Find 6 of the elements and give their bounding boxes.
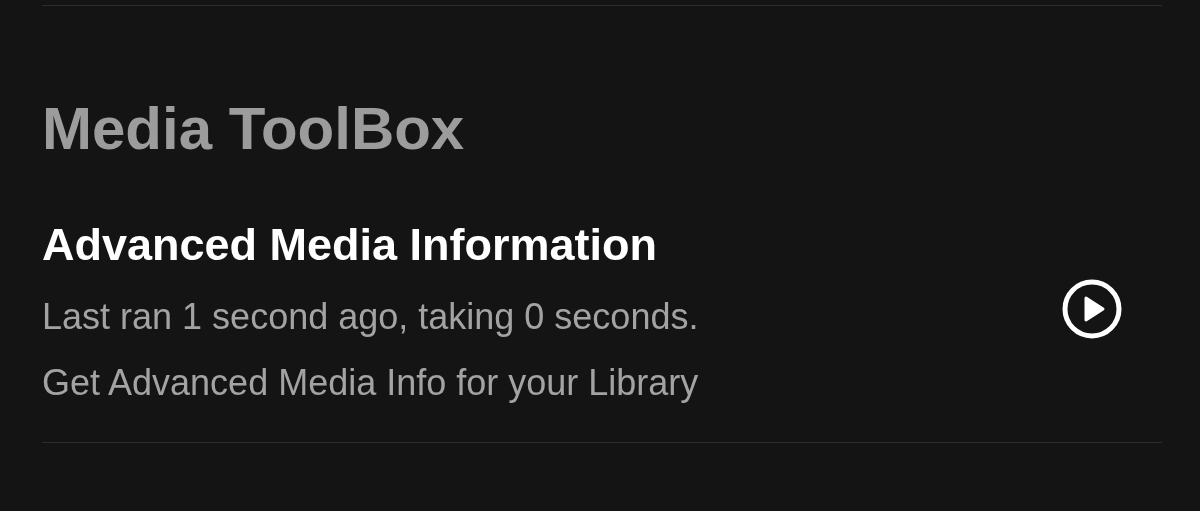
play-button[interactable] <box>1062 279 1122 339</box>
task-status: Last ran 1 second ago, taking 0 seconds. <box>42 295 699 339</box>
section-title: Media ToolBox <box>42 94 466 164</box>
task-title: Advanced Media Information <box>42 218 658 272</box>
task-description: Get Advanced Media Info for your Library <box>42 361 699 405</box>
play-icon <box>1062 279 1122 339</box>
